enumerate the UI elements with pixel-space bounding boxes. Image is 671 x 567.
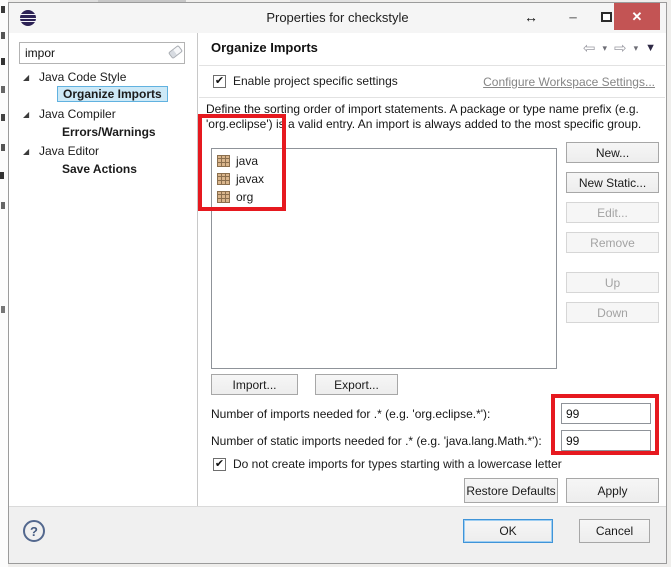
sidebar-item-save-actions[interactable]: Save Actions xyxy=(9,160,142,178)
sidebar-item-organize-imports[interactable]: Organize Imports xyxy=(9,85,168,103)
new-static-button[interactable]: New Static... xyxy=(566,172,659,193)
tree-expanded-icon[interactable]: ◢ xyxy=(23,110,37,119)
annotation-box-import-groups xyxy=(198,114,286,211)
back-dropdown-icon[interactable]: ▾ xyxy=(602,44,607,53)
lowercase-imports-checkbox[interactable]: ✔ xyxy=(213,458,226,471)
sidebar-item-java-code-style[interactable]: ◢ Java Code Style xyxy=(9,68,126,86)
ok-button[interactable]: OK xyxy=(463,519,553,543)
forward-arrow-icon[interactable]: ⇨ xyxy=(614,41,627,56)
forward-dropdown-icon[interactable]: ▾ xyxy=(634,44,639,53)
up-button[interactable]: Up xyxy=(566,272,659,293)
restore-defaults-button[interactable]: Restore Defaults xyxy=(464,478,558,503)
sidebar-item-errors-warnings[interactable]: Errors/Warnings xyxy=(9,123,161,141)
edit-button[interactable]: Edit... xyxy=(566,202,659,223)
maximize-icon xyxy=(601,12,612,22)
title-bar[interactable]: Properties for checkstyle ↔ – ✕ xyxy=(9,3,666,33)
import-button[interactable]: Import... xyxy=(211,374,298,395)
apply-button[interactable]: Apply xyxy=(566,478,659,503)
down-button[interactable]: Down xyxy=(566,302,659,323)
enable-project-settings-label: Enable project specific settings xyxy=(233,74,398,88)
lowercase-imports-row: ✔ Do not create imports for types starti… xyxy=(213,457,562,471)
separator xyxy=(199,97,665,98)
tree-expanded-icon[interactable]: ◢ xyxy=(23,73,37,82)
tree-expanded-icon[interactable]: ◢ xyxy=(23,147,37,156)
export-button[interactable]: Export... xyxy=(315,374,398,395)
remove-button[interactable]: Remove xyxy=(566,232,659,253)
page-navigation: ⇦ ▾ ⇨ ▾ ▼ xyxy=(583,41,656,56)
help-button[interactable]: ? xyxy=(23,520,45,542)
enable-project-settings-checkbox[interactable]: ✔ xyxy=(213,75,226,88)
sidebar-item-java-compiler[interactable]: ◢ Java Compiler xyxy=(9,105,116,123)
view-menu-icon[interactable]: ▼ xyxy=(645,43,656,54)
dialog-footer: ? OK Cancel xyxy=(9,506,666,563)
lowercase-imports-label: Do not create imports for types starting… xyxy=(233,457,562,471)
back-arrow-icon[interactable]: ⇦ xyxy=(583,41,596,56)
imports-needed-label: Number of imports needed for .* (e.g. 'o… xyxy=(211,407,490,421)
annotation-box-number-fields xyxy=(551,394,659,455)
background-window-sliver xyxy=(0,0,8,567)
static-imports-needed-label: Number of static imports needed for .* (… xyxy=(211,434,542,448)
new-button[interactable]: New... xyxy=(566,142,659,163)
properties-dialog: Properties for checkstyle ↔ – ✕ ◢ Java C… xyxy=(8,2,667,564)
filter-input[interactable] xyxy=(19,42,185,64)
page-title: Organize Imports xyxy=(211,40,318,55)
sidebar-item-java-editor[interactable]: ◢ Java Editor xyxy=(9,142,99,160)
cancel-button[interactable]: Cancel xyxy=(579,519,650,543)
enable-project-settings-row: ✔ Enable project specific settings xyxy=(213,74,398,88)
minimize-button[interactable]: – xyxy=(562,3,584,31)
configure-workspace-settings-link[interactable]: Configure Workspace Settings... xyxy=(483,75,655,89)
close-button[interactable]: ✕ xyxy=(614,3,660,30)
separator xyxy=(199,65,665,66)
resize-icon[interactable]: ↔ xyxy=(520,3,542,31)
background-text-fragments xyxy=(1,6,5,13)
sidebar-divider[interactable] xyxy=(197,33,198,506)
